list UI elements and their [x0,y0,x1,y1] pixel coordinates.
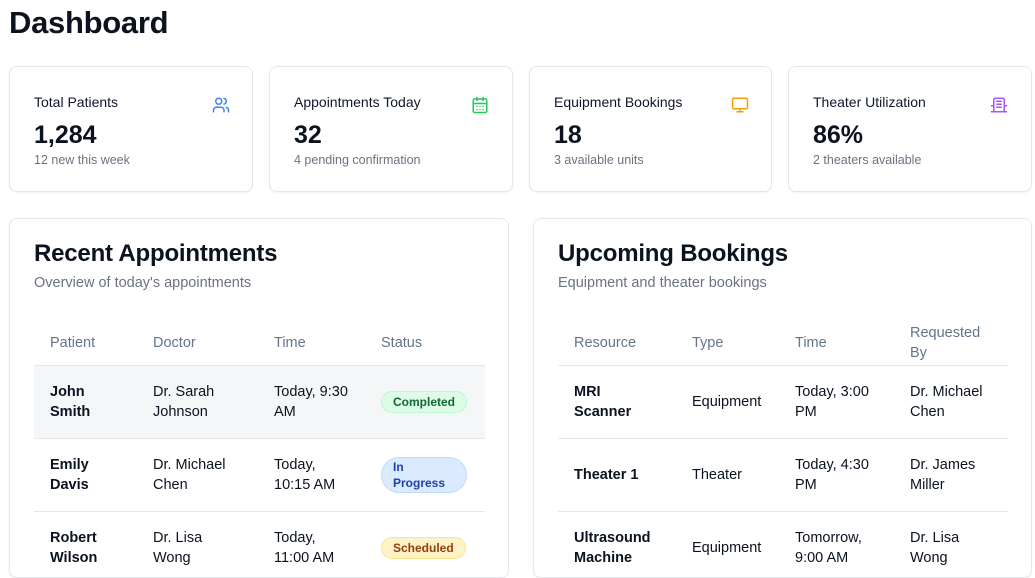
doctor-cell: Dr. Lisa Wong [137,512,258,578]
time-cell: Today, 9:30 AM [258,366,365,439]
type-cell: Equipment [676,366,779,439]
table-row[interactable]: John Smith Dr. Sarah Johnson Today, 9:30… [34,366,485,439]
status-badge: Scheduled [381,537,466,559]
column-header-status[interactable]: Status [365,320,485,366]
type-cell: Theater [676,439,779,512]
patient-cell: Emily Davis [34,439,137,512]
status-cell: In Progress [365,439,485,512]
table-row[interactable]: MRI Scanner Equipment Today, 3:00 PM Dr.… [558,366,1008,439]
column-header-type[interactable]: Type [676,320,779,366]
requested-by-cell: Dr. James Miller [894,439,1008,512]
table-row[interactable]: Ultrasound Machine Equipment Tomorrow, 9… [558,512,1008,578]
table-row[interactable]: Theater 1 Theater Today, 4:30 PM Dr. Jam… [558,439,1008,512]
recent-appointments-panel: Recent Appointments Overview of today's … [9,218,509,578]
appointments-table: Patient Doctor Time Status John Smith Dr… [34,320,485,578]
stat-label: Theater Utilization [813,94,926,110]
column-header-patient[interactable]: Patient [34,320,137,366]
column-header-resource[interactable]: Resource [558,320,676,366]
resource-cell: Ultrasound Machine [558,512,676,578]
stat-subtext: 3 available units [554,153,644,167]
stat-value: 32 [294,121,322,150]
status-cell: Scheduled [365,512,485,578]
stat-value: 18 [554,121,582,150]
calendar-icon [471,96,489,114]
patient-cell: John Smith [34,366,137,439]
table-row[interactable]: Robert Wilson Dr. Lisa Wong Today, 11:00… [34,512,485,578]
stat-label: Total Patients [34,94,118,110]
type-cell: Equipment [676,512,779,578]
time-cell: Today, 11:00 AM [258,512,365,578]
stat-card-equipment-bookings: Equipment Bookings 18 3 available units [529,66,772,192]
stat-card-total-patients: Total Patients 1,284 12 new this week [9,66,253,192]
time-cell: Today, 3:00 PM [779,366,894,439]
doctor-cell: Dr. Michael Chen [137,439,258,512]
bookings-table: Resource Type Time Requested By MRI Scan… [558,320,1008,578]
doctor-cell: Dr. Sarah Johnson [137,366,258,439]
requested-by-cell: Dr. Lisa Wong [894,512,1008,578]
column-header-requested-by[interactable]: Requested By [894,320,1008,366]
stat-label: Appointments Today [294,94,421,110]
status-badge: Completed [381,391,467,413]
time-cell: Today, 10:15 AM [258,439,365,512]
column-header-time[interactable]: Time [779,320,894,366]
patient-cell: Robert Wilson [34,512,137,578]
stat-card-appointments-today: Appointments Today 32 4 pending confirma… [269,66,513,192]
time-cell: Today, 4:30 PM [779,439,894,512]
upcoming-bookings-panel: Upcoming Bookings Equipment and theater … [533,218,1032,578]
stat-subtext: 12 new this week [34,153,130,167]
users-icon [212,96,230,114]
monitor-icon [731,96,749,114]
stat-value: 1,284 [34,121,97,150]
panel-title: Recent Appointments [34,240,277,268]
page-title: Dashboard [9,5,168,41]
stat-label: Equipment Bookings [554,94,682,110]
status-badge: In Progress [381,457,467,493]
table-row[interactable]: Emily Davis Dr. Michael Chen Today, 10:1… [34,439,485,512]
table-header-row: Patient Doctor Time Status [34,320,485,366]
panel-subtitle: Overview of today's appointments [34,275,251,291]
column-header-time[interactable]: Time [258,320,365,366]
panel-title: Upcoming Bookings [558,240,788,268]
panel-subtitle: Equipment and theater bookings [558,275,767,291]
building-icon [990,96,1008,114]
resource-cell: MRI Scanner [558,366,676,439]
resource-cell: Theater 1 [558,439,676,512]
column-header-doctor[interactable]: Doctor [137,320,258,366]
stat-card-theater-utilization: Theater Utilization 86% 2 theaters avail… [788,66,1032,192]
table-header-row: Resource Type Time Requested By [558,320,1008,366]
stat-subtext: 2 theaters available [813,153,921,167]
status-cell: Completed [365,366,485,439]
requested-by-cell: Dr. Michael Chen [894,366,1008,439]
stat-value: 86% [813,121,863,150]
time-cell: Tomorrow, 9:00 AM [779,512,894,578]
stat-subtext: 4 pending confirmation [294,153,420,167]
